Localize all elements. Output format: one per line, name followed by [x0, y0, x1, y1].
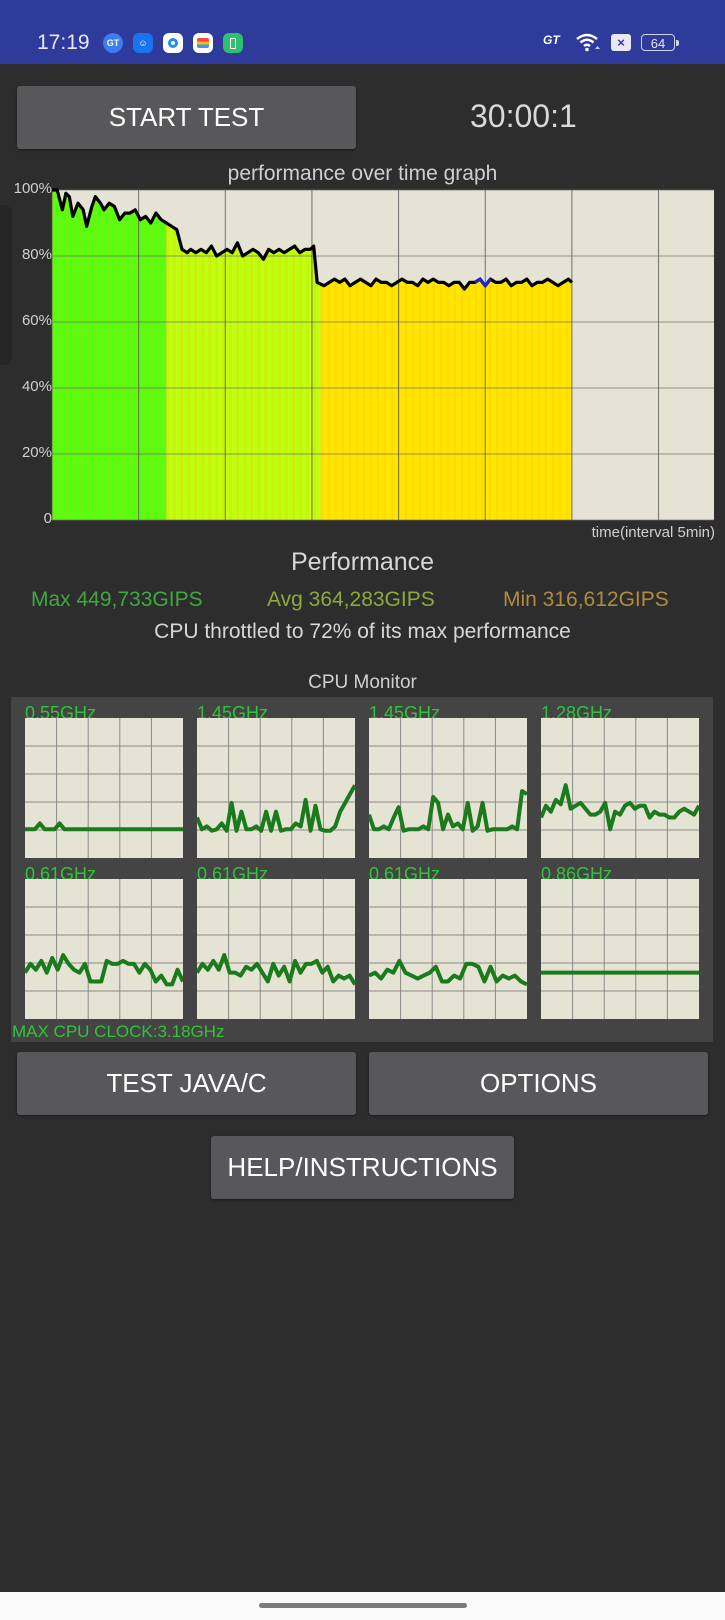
fill-stripe	[150, 190, 153, 520]
fill-stripe	[108, 190, 111, 520]
fill-stripe	[173, 190, 176, 520]
core-1-graph	[197, 718, 355, 858]
fill-stripe	[87, 190, 90, 520]
core-3-graph	[541, 718, 699, 858]
fill-stripe	[122, 190, 125, 520]
core-graph-background	[541, 879, 699, 1019]
fill-stripe	[164, 190, 167, 520]
throttle-summary: CPU throttled to 72% of its max performa…	[154, 620, 571, 643]
core-5-graph	[197, 879, 355, 1019]
core-graph-background	[197, 879, 355, 1019]
performance-title: Performance	[290, 548, 435, 576]
max-cpu-clock: MAX CPU CLOCK:3.18GHz	[12, 1022, 225, 1041]
core-graph-background	[25, 879, 183, 1019]
cpu-monitor-title: CPU Monitor	[308, 672, 417, 693]
fill-stripe	[157, 190, 160, 520]
fill-stripe	[129, 190, 132, 520]
fill-stripe	[136, 190, 139, 520]
core-2-graph	[369, 718, 527, 858]
test-java-c-button[interactable]: TEST JAVA/C	[17, 1052, 356, 1115]
fill-stripe	[80, 190, 83, 520]
fill-stripe	[59, 190, 62, 520]
fill-stripe	[166, 190, 169, 520]
max-performance: Max 449,733GIPS	[31, 588, 203, 611]
performance-chart	[51, 188, 714, 521]
core-graph-background	[197, 718, 355, 858]
help-instructions-button[interactable]: HELP/INSTRUCTIONS	[211, 1136, 514, 1199]
fill-stripe	[143, 190, 146, 520]
min-performance: Min 316,612GIPS	[503, 588, 669, 611]
fill-stripe	[101, 190, 104, 520]
avg-performance: Avg 364,283GIPS	[267, 588, 435, 611]
core-0-graph	[25, 718, 183, 858]
core-graph-background	[369, 718, 527, 858]
core-graph-background	[25, 718, 183, 858]
core-4-graph	[25, 879, 183, 1019]
fill-stripe	[73, 190, 76, 520]
fill-stripe	[66, 190, 69, 520]
core-7-graph	[541, 879, 699, 1019]
home-gesture-handle[interactable]	[259, 1603, 467, 1608]
fill-stripe	[94, 190, 97, 520]
options-button[interactable]: OPTIONS	[369, 1052, 708, 1115]
core-graph-background	[369, 879, 527, 1019]
fill-stripe	[115, 190, 118, 520]
x-axis-label: time(interval 5min)	[591, 524, 715, 541]
core-6-graph	[369, 879, 527, 1019]
